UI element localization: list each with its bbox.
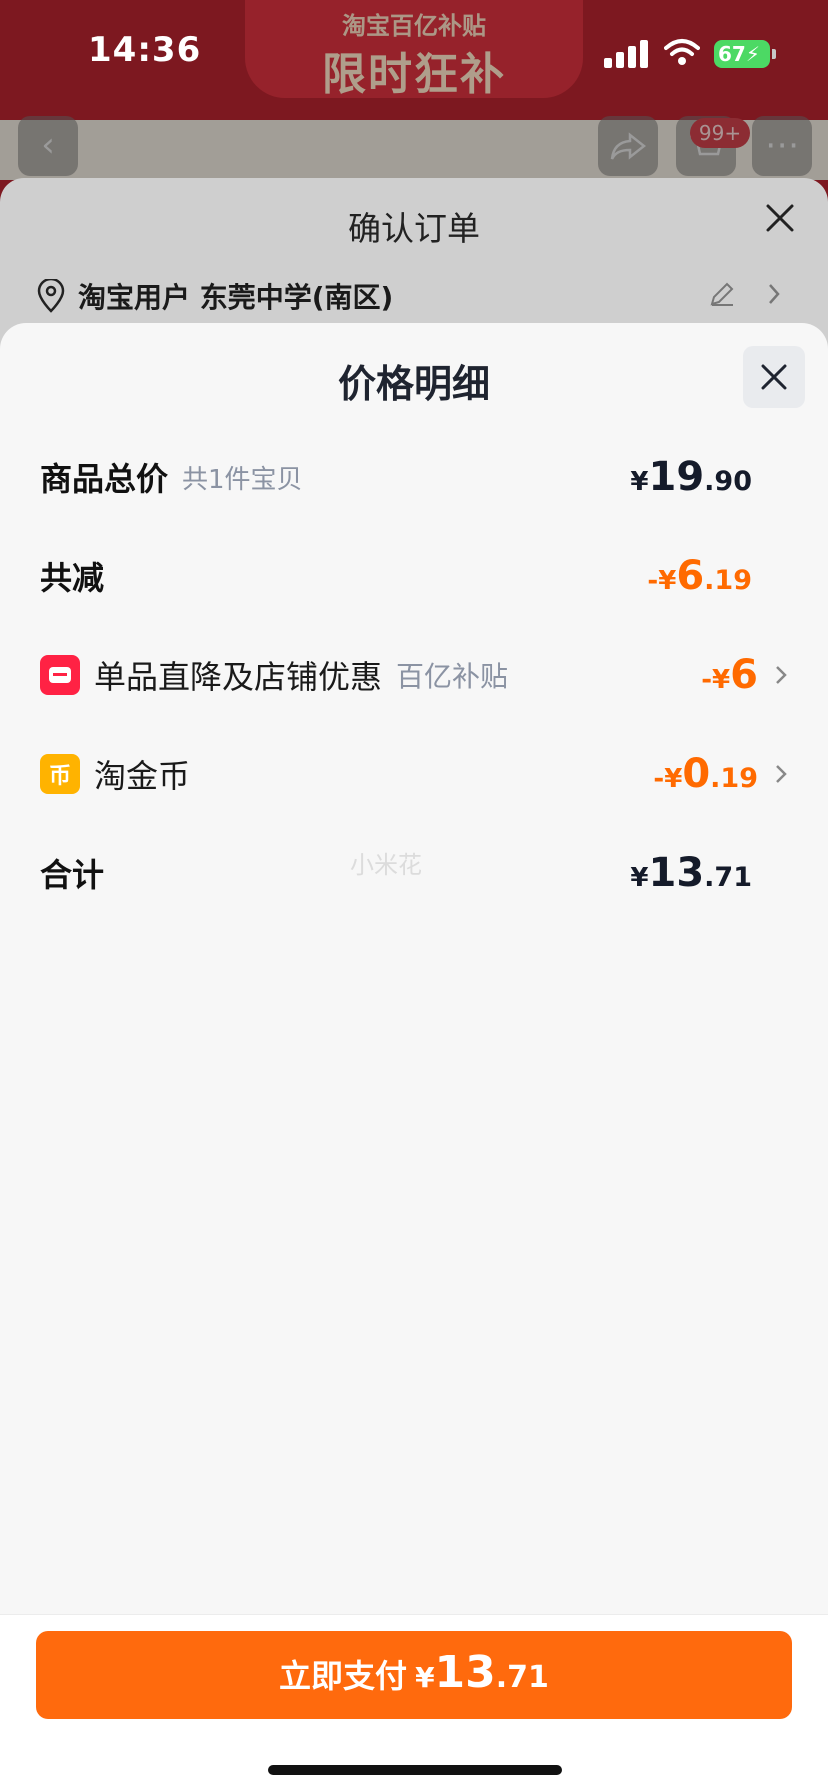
store-discount-label: 单品直降及店铺优惠 (94, 658, 383, 696)
coin-icon: 币 (40, 754, 80, 794)
coins-label: 淘金币 (94, 757, 191, 795)
battery-level: 67 (718, 42, 746, 66)
total-discount-value: -¥ 6.19 (647, 553, 752, 599)
currency-symbol: -¥ (701, 665, 731, 695)
total-discount-label: 共减 (40, 559, 105, 597)
store-discount-row[interactable]: 单品直降及店铺优惠 百亿补贴 -¥ 6 (40, 645, 788, 705)
home-indicator[interactable] (268, 1765, 562, 1775)
sum-value: ¥13.71 (630, 850, 752, 896)
store-discount-icon (40, 655, 80, 695)
chevron-right-icon (776, 765, 787, 783)
price-integer: 13 (434, 1647, 496, 1698)
total-discount-row: 共减 -¥ 6.19 (40, 546, 788, 606)
pay-now-button[interactable]: 立即支付 ¥13.71 (36, 1631, 792, 1719)
close-button[interactable] (743, 346, 805, 408)
currency-symbol: ¥ (630, 863, 649, 893)
location-pin-icon (37, 279, 65, 313)
address-text: 淘宝用户 东莞中学(南区) (78, 281, 394, 314)
price-decimal: .19 (710, 763, 758, 794)
price-integer: 13 (648, 850, 705, 896)
confirm-order-title: 确认订单 (348, 209, 480, 248)
charging-icon: ⚡ (745, 42, 760, 66)
address-row[interactable]: 淘宝用户 东莞中学(南区) (36, 276, 393, 316)
price-decimal: .71 (704, 862, 752, 893)
currency-symbol: -¥ (653, 764, 683, 794)
price-integer: 6 (730, 652, 758, 698)
price-decimal: .90 (704, 466, 752, 497)
close-icon[interactable] (760, 198, 800, 238)
battery-indicator: 67⚡ (714, 40, 776, 68)
coins-value: -¥ 0.19 (653, 751, 758, 797)
store-discount-value: -¥ 6 (701, 652, 758, 698)
currency-symbol: -¥ (647, 566, 677, 596)
total-price-value: ¥19.90 (630, 454, 752, 500)
wifi-icon (664, 39, 700, 65)
total-price-row: 商品总价 共1件宝贝 ¥19.90 (40, 447, 788, 507)
close-icon (761, 364, 787, 390)
chevron-right-icon (776, 666, 787, 684)
price-decimal: .71 (495, 1660, 549, 1695)
item-count-text: 共1件宝贝 (182, 464, 303, 495)
price-detail-sheet: 价格明细 商品总价 共1件宝贝 ¥19.90 共减 -¥ 6.19 单品直降及店铺… (0, 323, 828, 1792)
chevron-right-icon (769, 284, 780, 304)
total-price-label: 商品总价 (40, 460, 169, 498)
bottom-pay-bar: 立即支付 ¥13.71 (0, 1614, 828, 1792)
price-detail-title: 价格明细 (337, 362, 490, 406)
cellular-signal-icon (604, 40, 648, 68)
subsidy-tag: 百亿补贴 (396, 660, 509, 693)
watermark-text: 小米花 (350, 851, 422, 879)
price-integer: 19 (648, 454, 705, 500)
status-time: 14:36 (88, 30, 202, 70)
pay-button-label: 立即支付 (279, 1657, 408, 1695)
price-decimal: .19 (704, 565, 752, 596)
currency-symbol: ¥ (630, 467, 649, 497)
edit-pencil-icon[interactable] (708, 280, 736, 308)
coins-row[interactable]: 币 淘金币 -¥ 0.19 (40, 744, 788, 804)
currency-symbol: ¥ (415, 1661, 435, 1694)
price-integer: 0 (682, 751, 711, 797)
sum-label: 合计 (40, 856, 105, 894)
price-integer: 6 (676, 553, 705, 599)
